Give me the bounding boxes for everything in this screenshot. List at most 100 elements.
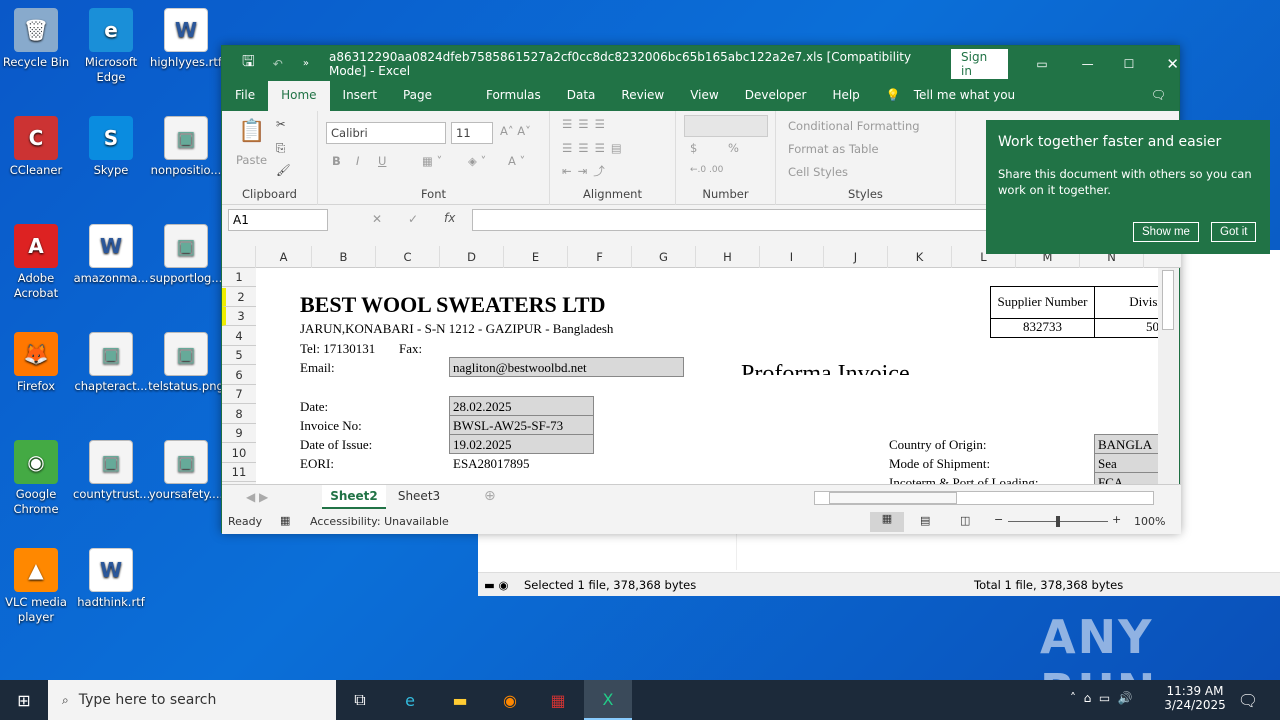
ribbon-display-icon[interactable]: ▭ [1036,57,1047,71]
desktop-icon[interactable]: ▣ chapteract... [73,332,149,394]
column-header[interactable]: C [376,246,440,268]
column-header[interactable]: F [568,246,632,268]
insert-function-button[interactable]: fx [444,211,455,225]
tab-help[interactable]: Help [819,81,872,111]
tab-sheet2[interactable]: Sheet2 [322,485,386,509]
conditional-formatting-button[interactable]: Conditional Formatting [788,119,920,133]
desktop-icon[interactable]: C CCleaner [0,116,74,178]
percent-button[interactable]: % [728,141,739,155]
zoom-level[interactable]: 100% [1134,515,1165,528]
sheet-nav-arrows[interactable]: ◀ ▶ [246,490,268,504]
notifications-icon[interactable]: 🗨 [1228,684,1268,716]
align-top-icons[interactable]: ☰☰☰ [562,117,611,131]
desktop-icon[interactable]: 🦊 Firefox [0,332,74,394]
column-header[interactable]: D [440,246,504,268]
desktop-icon[interactable]: Whadthink.rtf [73,548,149,610]
row-header[interactable]: 7 [222,385,256,404]
name-box[interactable]: A1 [228,209,328,231]
desktop-icon[interactable]: ▣ countytrust... [73,440,150,502]
desktop-icon[interactable]: ▲ VLC media player [0,548,74,625]
cancel-icon[interactable]: ✕ [372,212,382,226]
accessibility-status[interactable]: Accessibility: Unavailable [310,515,449,528]
enter-icon[interactable]: ✓ [408,212,418,226]
zoom-in-button[interactable]: + [1112,513,1121,526]
start-button[interactable]: ⊞ [4,684,44,716]
zoom-slider-thumb[interactable] [1056,516,1060,527]
tab-review[interactable]: Review [608,81,677,111]
font-color-icon[interactable]: A ˅ [508,154,525,168]
tab-data[interactable]: Data [554,81,609,111]
vertical-scroll-thumb[interactable] [1162,270,1174,330]
format-painter-icon[interactable]: 🖌 [276,163,291,177]
underline-button[interactable]: U [378,154,386,168]
normal-view-button[interactable]: ▦ [870,512,904,532]
desktop-icon[interactable]: 🗑 Recycle Bin [0,8,74,70]
got-it-button[interactable]: Got it [1211,222,1257,242]
paste-icon[interactable]: 📋 [238,119,265,144]
row-header[interactable]: 2 [222,287,256,307]
desktop-icon[interactable]: ▣ yoursafety.... [148,440,224,502]
horizontal-scroll-thumb[interactable] [829,492,957,504]
tab-insert[interactable]: Insert [330,81,390,111]
save-icon[interactable]: 🖫 [242,51,255,76]
desktop-icon[interactable]: Whighlyyes.rtf [148,8,224,70]
column-header[interactable]: B [312,246,376,268]
fill-color-icon[interactable]: ◈ ˅ [468,154,486,168]
tab-formulas[interactable]: Formulas [473,81,554,111]
maximize-button[interactable]: ☐ [1124,57,1135,71]
desktop-icon[interactable]: Wamazonma... [73,224,149,286]
customize-toolbar-icon[interactable]: » [303,58,309,69]
winrar-taskbar-icon[interactable]: ▦ [538,684,578,716]
page-layout-view-button[interactable]: ▤ [920,514,930,527]
number-format-select[interactable] [684,115,768,137]
paste-button[interactable]: Paste [236,153,267,167]
copy-icon[interactable]: ⎘ [276,141,285,156]
select-all-corner[interactable] [222,246,256,268]
row-header[interactable]: 5 [222,346,256,365]
row-header[interactable]: 10 [222,444,256,463]
excel-taskbar-icon[interactable]: X [584,680,632,720]
desktop-icon[interactable]: S Skype [73,116,149,178]
indent-icons[interactable]: ⇤⇥⤴ [562,163,611,179]
decimal-icons[interactable]: ←.0 .00 [690,165,723,175]
tab-developer[interactable]: Developer [732,81,820,111]
desktop-icon[interactable]: ▣ supportlog... [148,224,224,286]
column-header[interactable]: G [632,246,696,268]
row-header[interactable]: 8 [222,405,256,424]
row-header[interactable]: 4 [222,327,256,346]
tell-me-search[interactable]: Tell me what you want to do [914,81,1058,130]
row-header[interactable]: 6 [222,366,256,385]
taskbar-search[interactable]: ⌕ Type here to search [48,680,336,720]
desktop-icon[interactable]: A Adobe Acrobat [0,224,74,301]
cell-styles-button[interactable]: Cell Styles [788,165,848,179]
undo-icon[interactable]: ↶ [273,57,283,71]
column-header[interactable]: H [696,246,760,268]
vertical-scrollbar[interactable] [1158,268,1178,484]
font-name-select[interactable]: Calibri [326,122,446,144]
cut-icon[interactable]: ✂ [276,117,286,131]
row-header[interactable]: 3 [222,307,256,326]
column-header[interactable]: J [824,246,888,268]
file-explorer-taskbar-icon[interactable]: ▬ [440,684,480,716]
column-header[interactable]: A [256,246,312,268]
currency-button[interactable]: $ [690,141,697,155]
format-as-table-button[interactable]: Format as Table [788,142,879,156]
align-center-icons[interactable]: ☰☰☰▤ [562,141,628,155]
increase-font-icon[interactable]: A˄ A˅ [500,124,531,138]
desktop-icon[interactable]: ◉ Google Chrome [0,440,74,517]
font-size-select[interactable]: 11 [451,122,493,144]
tab-sheet3[interactable]: Sheet3 [390,485,448,509]
macro-record-icon[interactable]: ▦ [280,514,290,527]
desktop-icon[interactable]: e Microsoft Edge [73,8,149,85]
worksheet-grid[interactable]: BEST WOOL SWEATERS LTD JARUN,KONABARI - … [256,268,1158,484]
italic-button[interactable]: I [356,154,359,168]
tab-home[interactable]: Home [268,81,330,111]
desktop-icon[interactable]: ▣ telstatus.png [148,332,224,394]
system-tray-icons[interactable]: ˄ ⌂ ▭ 🔊 [1070,691,1133,705]
desktop-icon[interactable]: ▣ nonpositio... [148,116,224,178]
row-header[interactable]: 9 [222,424,256,443]
comments-icon[interactable]: 🗨 [1138,81,1179,111]
add-sheet-button[interactable]: ⊕ [484,488,496,504]
horizontal-scrollbar[interactable] [814,491,1154,505]
row-header[interactable]: 11 [222,463,256,482]
